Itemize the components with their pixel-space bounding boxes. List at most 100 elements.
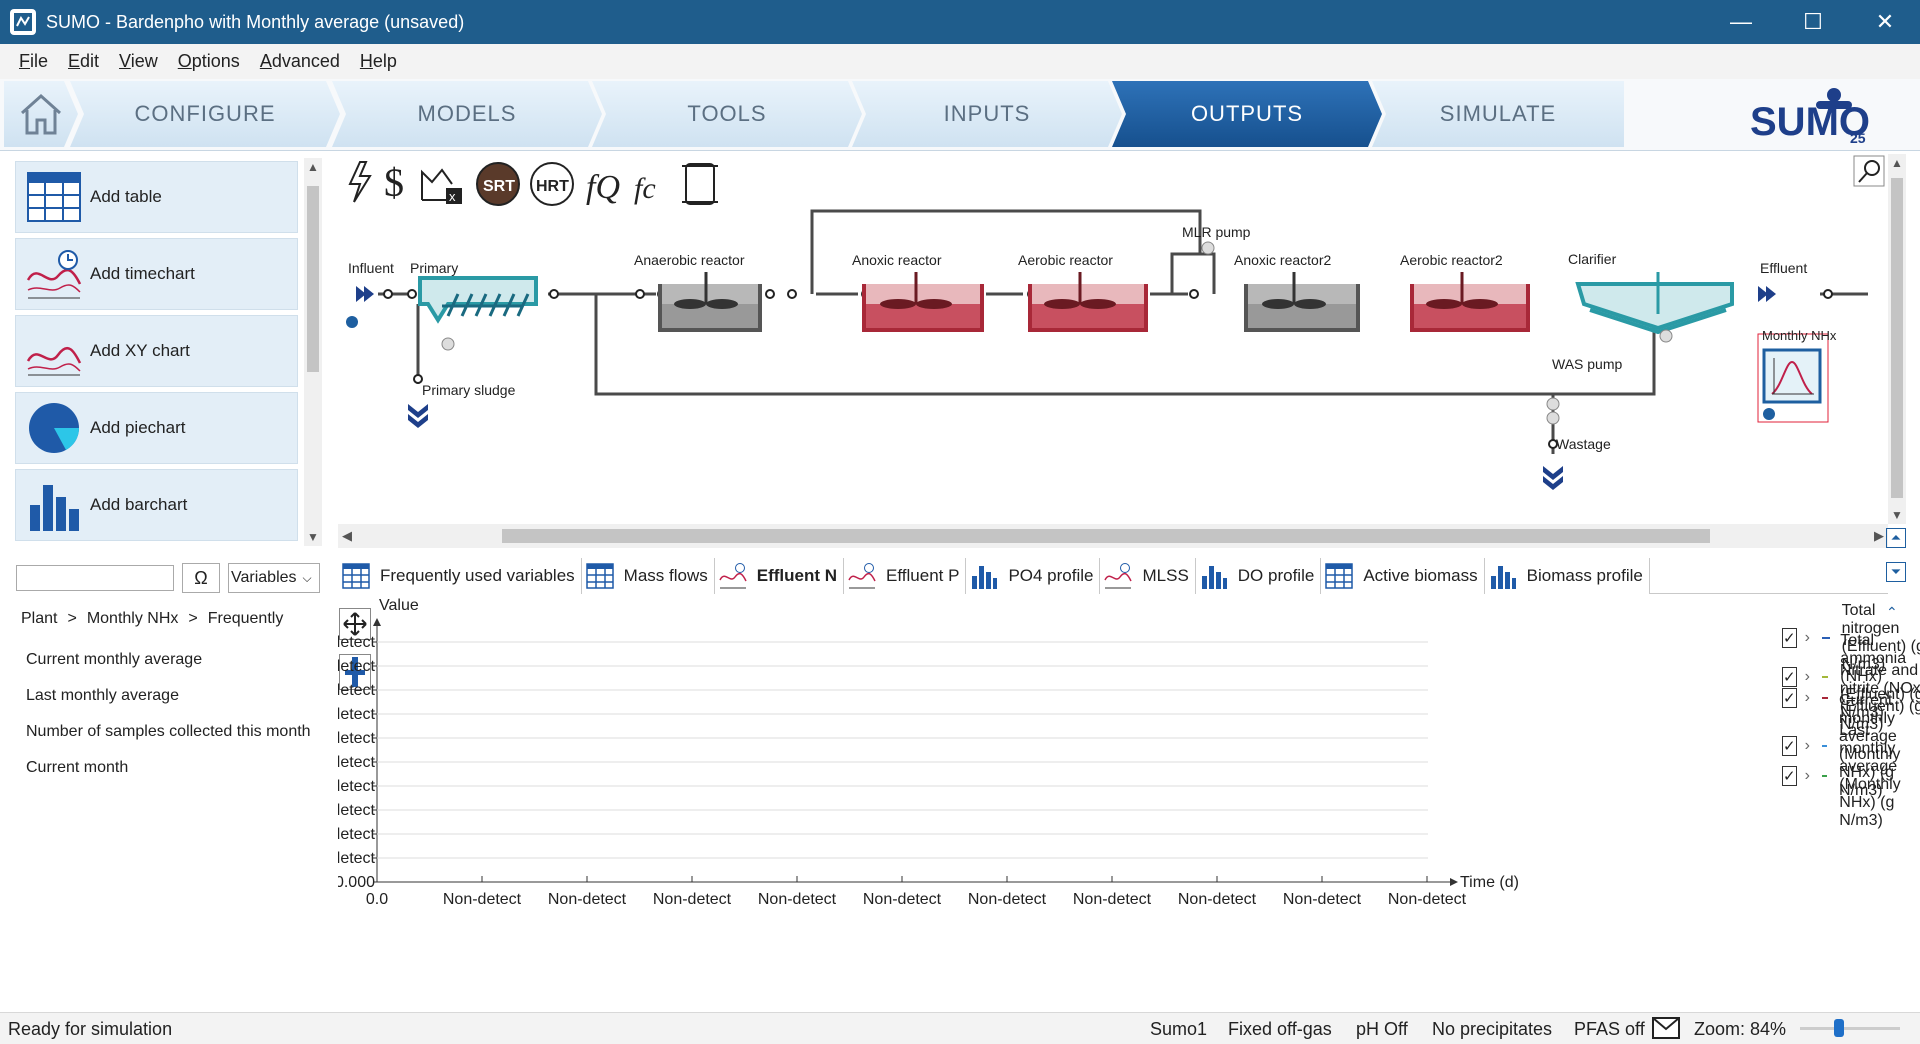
add-xy-chart-button[interactable]: Add XY chart — [15, 315, 298, 387]
menu-view[interactable]: View — [109, 51, 168, 72]
tab-label: Effluent N — [756, 566, 838, 585]
status-offgas[interactable]: Fixed off-gas — [1228, 1019, 1332, 1040]
breadcrumb-monthly-nhx[interactable]: Monthly NHx — [87, 610, 179, 628]
monthly-nhx-block[interactable] — [1757, 333, 1829, 423]
menu-options[interactable]: Options — [168, 51, 250, 72]
anoxic-reactor[interactable] — [862, 272, 984, 332]
scroll-thumb[interactable] — [502, 529, 1710, 543]
tab-effluent-p[interactable]: Effluent P — [844, 558, 967, 594]
variable-item[interactable]: Last monthly average — [26, 687, 179, 705]
tab-simulate[interactable]: SIMULATE — [1372, 81, 1624, 147]
excel-icon[interactable]: x — [421, 168, 462, 204]
fq-icon[interactable]: fQ — [586, 169, 620, 206]
tab-outputs[interactable]: OUTPUTS — [1112, 81, 1382, 147]
tab-active-biomass[interactable]: Active biomass — [1321, 558, 1485, 594]
breadcrumb-frequently[interactable]: Frequently — [208, 610, 284, 628]
legend-checkbox[interactable]: ✓ — [1782, 766, 1797, 786]
tab-inputs[interactable]: INPUTS — [852, 81, 1122, 147]
influent-icon[interactable] — [346, 286, 374, 328]
status-bar: Ready for simulation Sumo1 Fixed off-gas… — [0, 1012, 1920, 1044]
x-tick-label: Non-detect — [758, 891, 837, 908]
home-button[interactable] — [4, 81, 78, 147]
flowsheet-horizontal-scrollbar[interactable]: ◀ ▶ — [338, 524, 1888, 548]
variable-item[interactable]: Current monthly average — [26, 651, 202, 669]
left-panel-scrollbar[interactable]: ▲ ▼ — [304, 158, 322, 546]
timechart-plot[interactable]: ValueTime (d)Non-detectNon-detectNon-det… — [338, 598, 1738, 1008]
pump-icon[interactable] — [441, 241, 1673, 425]
legend-item[interactable]: ✓ › Last monthly average (Monthly NHx) (g … — [1782, 722, 1920, 830]
primary-clarifier[interactable] — [418, 276, 538, 324]
add-barchart-button[interactable]: Add barchart — [15, 469, 298, 541]
lightning-icon[interactable] — [348, 161, 372, 203]
variable-item[interactable]: Number of samples collected this month — [26, 723, 311, 741]
menu-edit[interactable]: Edit — [58, 51, 109, 72]
mlr-pump-label: MLR pump — [1182, 224, 1251, 240]
scroll-up-icon[interactable]: ▲ — [307, 160, 319, 174]
wastage-outlet[interactable] — [1543, 466, 1563, 490]
minimize-button[interactable]: — — [1706, 0, 1776, 44]
flowsheet-canvas[interactable]: $ x SRT HRT fQ fc Influent Primary Prima… — [338, 154, 1888, 524]
tab-models[interactable]: MODELS — [332, 81, 602, 147]
scroll-left-icon[interactable]: ◀ — [342, 528, 352, 544]
scroll-down-icon[interactable]: ▼ — [307, 530, 319, 544]
menu-file[interactable]: File — [9, 51, 58, 72]
anaerobic-reactor[interactable] — [658, 272, 762, 332]
chevron-right-icon[interactable]: › — [1805, 767, 1810, 785]
tab-effluent-n[interactable]: Effluent N — [714, 558, 845, 594]
clarifier[interactable] — [1575, 272, 1734, 335]
workflow-ribbon: CONFIGURE MODELS TOOLS INPUTS OUTPUTS SI… — [0, 79, 1920, 151]
status-pfas[interactable]: PFAS off — [1574, 1019, 1645, 1040]
special-characters-button[interactable]: Ω — [182, 563, 220, 593]
hrt-button[interactable]: HRT — [530, 162, 574, 206]
tab-mass-flows[interactable]: Mass flows — [581, 558, 715, 594]
mail-icon[interactable] — [1652, 1017, 1680, 1044]
dollar-icon[interactable]: $ — [384, 160, 404, 205]
expand-down-icon[interactable]: ⏷ — [1886, 562, 1906, 582]
scroll-down-icon[interactable]: ▼ — [1891, 508, 1903, 522]
scroll-thumb[interactable] — [1891, 178, 1903, 498]
tab-frequently-used-variables[interactable]: Frequently used variables — [338, 558, 582, 594]
primary-label: Primary — [410, 260, 459, 276]
status-precipitates[interactable]: No precipitates — [1432, 1019, 1552, 1040]
x-tick-label: Non-detect — [1073, 891, 1152, 908]
scroll-icon[interactable] — [682, 163, 718, 205]
menu-advanced[interactable]: Advanced — [250, 51, 350, 72]
maximize-button[interactable]: ☐ — [1778, 0, 1848, 44]
expand-up-icon[interactable]: ⏶ — [1886, 528, 1906, 548]
add-piechart-button[interactable]: Add piechart — [15, 392, 298, 464]
timechart-icon — [1104, 563, 1133, 589]
menu-help[interactable]: Help — [350, 51, 407, 72]
tab-configure[interactable]: CONFIGURE — [70, 81, 340, 147]
y-axis-label: Value — [379, 598, 419, 614]
tab-label: Mass flows — [623, 566, 708, 585]
scroll-thumb[interactable] — [307, 186, 319, 372]
primary-sludge-outlet[interactable] — [408, 404, 428, 428]
aerobic-reactor[interactable] — [1028, 272, 1148, 332]
variable-item[interactable]: Current month — [26, 759, 128, 777]
add-table-button[interactable]: Add table — [15, 161, 298, 233]
flowsheet-vertical-scrollbar[interactable]: ▲ ▼ — [1888, 154, 1906, 524]
add-timechart-button[interactable]: Add timechart — [15, 238, 298, 310]
pipes — [378, 209, 1868, 454]
tab-po4-profile[interactable]: PO4 profile — [966, 558, 1101, 594]
status-ph[interactable]: pH Off — [1356, 1019, 1408, 1040]
srt-button[interactable]: SRT — [476, 162, 520, 206]
tab-tools[interactable]: TOOLS — [592, 81, 862, 147]
magnify-icon[interactable] — [1853, 155, 1885, 187]
variable-search-input[interactable] — [16, 565, 174, 591]
zoom-slider[interactable] — [1800, 1019, 1900, 1037]
tab-do-profile[interactable]: DO profile — [1195, 558, 1322, 594]
scroll-right-icon[interactable]: ▶ — [1874, 528, 1884, 544]
anoxic-reactor2[interactable] — [1244, 272, 1360, 332]
aerobic-reactor2[interactable] — [1410, 272, 1530, 332]
effluent-icon[interactable] — [1758, 286, 1776, 302]
fc-icon[interactable]: fc — [634, 172, 656, 205]
tab-biomass-profile[interactable]: Biomass profile — [1484, 558, 1650, 594]
variable-type-select[interactable]: Variables ⌵ — [228, 563, 320, 593]
zoom-slider-thumb[interactable] — [1834, 1019, 1844, 1037]
wastage-label: Wastage — [1556, 436, 1611, 452]
breadcrumb-plant[interactable]: Plant — [21, 610, 57, 628]
close-button[interactable]: ✕ — [1850, 0, 1920, 44]
scroll-up-icon[interactable]: ▲ — [1891, 156, 1903, 170]
tab-mlss[interactable]: MLSS — [1100, 558, 1196, 594]
